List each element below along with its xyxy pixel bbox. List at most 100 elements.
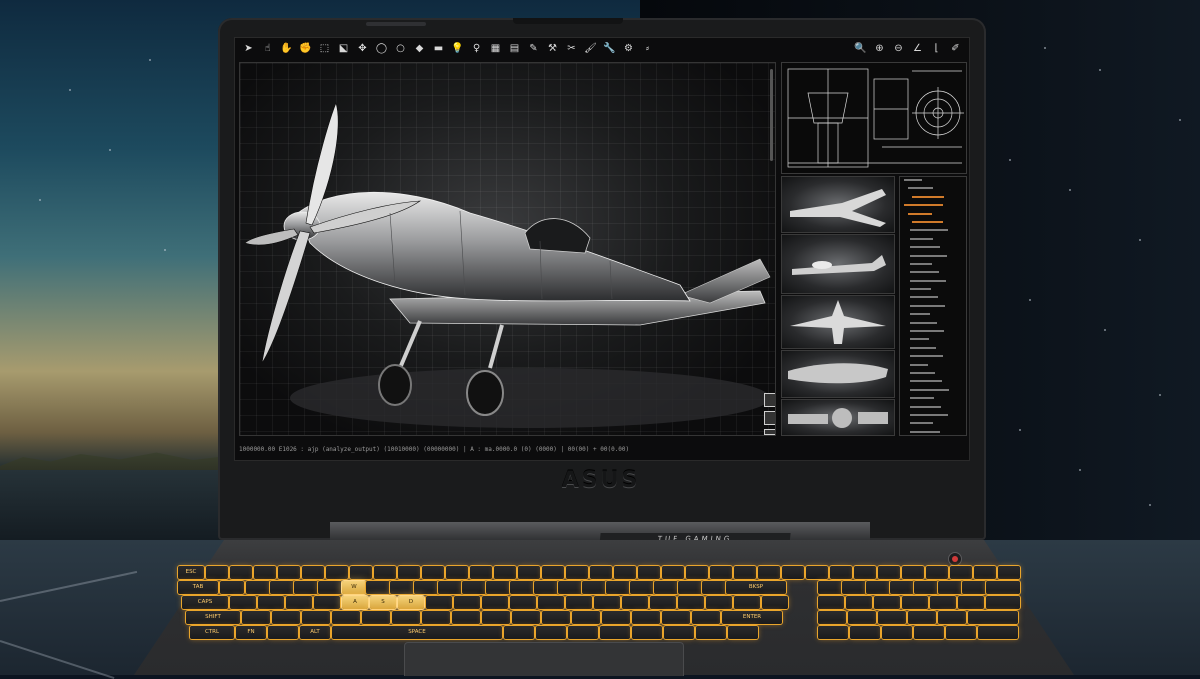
tree-row[interactable] xyxy=(904,288,966,294)
keyboard-key[interactable] xyxy=(902,566,924,579)
keyboard-key[interactable] xyxy=(806,566,828,579)
blueprint-panel[interactable] xyxy=(781,62,967,174)
select-arrow-icon[interactable]: ➤ xyxy=(241,41,256,56)
key-bksp[interactable]: BKSP xyxy=(726,581,786,594)
keyboard-key[interactable] xyxy=(350,566,372,579)
keyboard-key[interactable] xyxy=(332,611,360,624)
key-enter[interactable]: ENTER xyxy=(722,611,782,624)
keyboard-key[interactable] xyxy=(392,611,420,624)
keyboard-key[interactable] xyxy=(882,626,912,639)
keyboard-key[interactable] xyxy=(462,581,486,594)
keyboard-key[interactable] xyxy=(568,626,598,639)
keyboard-key[interactable] xyxy=(842,581,866,594)
keyboard-key[interactable] xyxy=(846,596,872,609)
keyboard-key[interactable] xyxy=(590,566,612,579)
search-icon[interactable]: 🔍 xyxy=(853,41,868,56)
keyboard-key[interactable] xyxy=(542,566,564,579)
key-fn[interactable]: FN xyxy=(236,626,266,639)
tools-icon[interactable]: ⚙ xyxy=(621,41,636,56)
keyboard-key[interactable] xyxy=(650,596,676,609)
keyboard-key[interactable] xyxy=(566,596,592,609)
keyboard-key[interactable] xyxy=(622,596,648,609)
keyboard-key[interactable] xyxy=(926,566,948,579)
keyboard-key[interactable] xyxy=(602,611,630,624)
keyboard-key[interactable] xyxy=(638,566,660,579)
angle-icon[interactable]: ∠ xyxy=(910,41,925,56)
keyboard-key[interactable] xyxy=(986,581,1020,594)
tree-row[interactable] xyxy=(904,346,966,353)
keyboard-key[interactable] xyxy=(974,566,996,579)
keyboard-key[interactable] xyxy=(268,626,298,639)
keyboard-key[interactable] xyxy=(254,566,276,579)
keyboard-key[interactable] xyxy=(848,611,876,624)
keyboard-key[interactable] xyxy=(702,581,726,594)
thumbnail-aircraft-top[interactable] xyxy=(781,295,895,349)
tree-row[interactable] xyxy=(904,338,966,344)
pencil-icon[interactable]: ✎ xyxy=(526,41,541,56)
keyboard-key[interactable] xyxy=(302,566,324,579)
keyboard-key[interactable] xyxy=(454,596,480,609)
keyboard-key[interactable] xyxy=(230,596,256,609)
keyboard-key[interactable] xyxy=(318,581,342,594)
keyboard-key[interactable] xyxy=(302,611,330,624)
keyboard-key[interactable] xyxy=(654,581,678,594)
keyboard-key[interactable] xyxy=(710,566,732,579)
key-alt[interactable]: ALT xyxy=(300,626,330,639)
keyboard-key[interactable] xyxy=(270,581,294,594)
keyboard-key[interactable] xyxy=(986,596,1020,609)
backlit-keyboard[interactable]: ESC TAB W BKSP CAPS A S D SHIFT ENTER CTRL FN ALT SPA… xyxy=(178,566,1020,642)
tree-row[interactable] xyxy=(904,413,966,420)
layers-icon[interactable]: ▤ xyxy=(507,41,522,56)
keyboard-key[interactable] xyxy=(782,566,804,579)
thumbnail-aircraft-wing[interactable] xyxy=(781,350,895,398)
keyboard-key[interactable] xyxy=(258,596,284,609)
keyboard-key[interactable] xyxy=(512,611,540,624)
key-a[interactable]: A xyxy=(342,596,368,609)
tree-row[interactable] xyxy=(904,212,966,219)
keyboard-key[interactable] xyxy=(582,581,606,594)
keyboard-key[interactable] xyxy=(294,581,318,594)
keyboard-key[interactable] xyxy=(452,611,480,624)
keyboard-key[interactable] xyxy=(692,611,720,624)
keyboard-key[interactable] xyxy=(914,626,944,639)
keyboard-key[interactable] xyxy=(632,626,662,639)
keyboard-key[interactable] xyxy=(542,611,570,624)
keyboard-key[interactable] xyxy=(818,596,844,609)
key-tab[interactable]: TAB xyxy=(178,581,218,594)
keyboard-key[interactable] xyxy=(850,626,880,639)
keyboard-key[interactable] xyxy=(482,596,508,609)
tree-row[interactable] xyxy=(904,405,966,412)
keyboard-key[interactable] xyxy=(510,581,534,594)
keyboard-key[interactable] xyxy=(272,611,300,624)
keyboard-key[interactable] xyxy=(818,626,848,639)
keyboard-key[interactable] xyxy=(494,566,516,579)
tree-row[interactable] xyxy=(904,246,966,252)
tree-row[interactable] xyxy=(904,380,966,386)
keyboard-key[interactable] xyxy=(206,566,228,579)
keyboard-key[interactable] xyxy=(734,566,756,579)
zoom-in-icon[interactable]: ⊕ xyxy=(872,41,887,56)
box-select-icon[interactable]: ⬚ xyxy=(317,41,332,56)
keyboard-key[interactable] xyxy=(220,581,244,594)
keyboard-key[interactable] xyxy=(762,596,788,609)
keyboard-key[interactable] xyxy=(962,581,986,594)
keyboard-key[interactable] xyxy=(366,581,390,594)
keyboard-key[interactable] xyxy=(728,626,758,639)
tree-row[interactable] xyxy=(904,254,966,261)
corner-icon[interactable]: ⌊ xyxy=(929,41,944,56)
keyboard-key[interactable] xyxy=(510,596,536,609)
scene-object-tree[interactable] xyxy=(899,176,967,436)
keyboard-key[interactable] xyxy=(854,566,876,579)
move-icon[interactable]: ✥ xyxy=(355,41,370,56)
key-esc[interactable]: ESC xyxy=(178,566,204,579)
keyboard-key[interactable] xyxy=(686,566,708,579)
keyboard-key[interactable] xyxy=(614,566,636,579)
keyboard-key[interactable] xyxy=(278,566,300,579)
thumbnail-aircraft-side[interactable] xyxy=(781,234,895,294)
keyboard-key[interactable] xyxy=(866,581,890,594)
keyboard-key[interactable] xyxy=(390,581,414,594)
keyboard-key[interactable] xyxy=(286,596,312,609)
keyboard-key[interactable] xyxy=(958,596,984,609)
scissors-icon[interactable]: ✂ xyxy=(564,41,579,56)
keyboard-key[interactable] xyxy=(696,626,726,639)
